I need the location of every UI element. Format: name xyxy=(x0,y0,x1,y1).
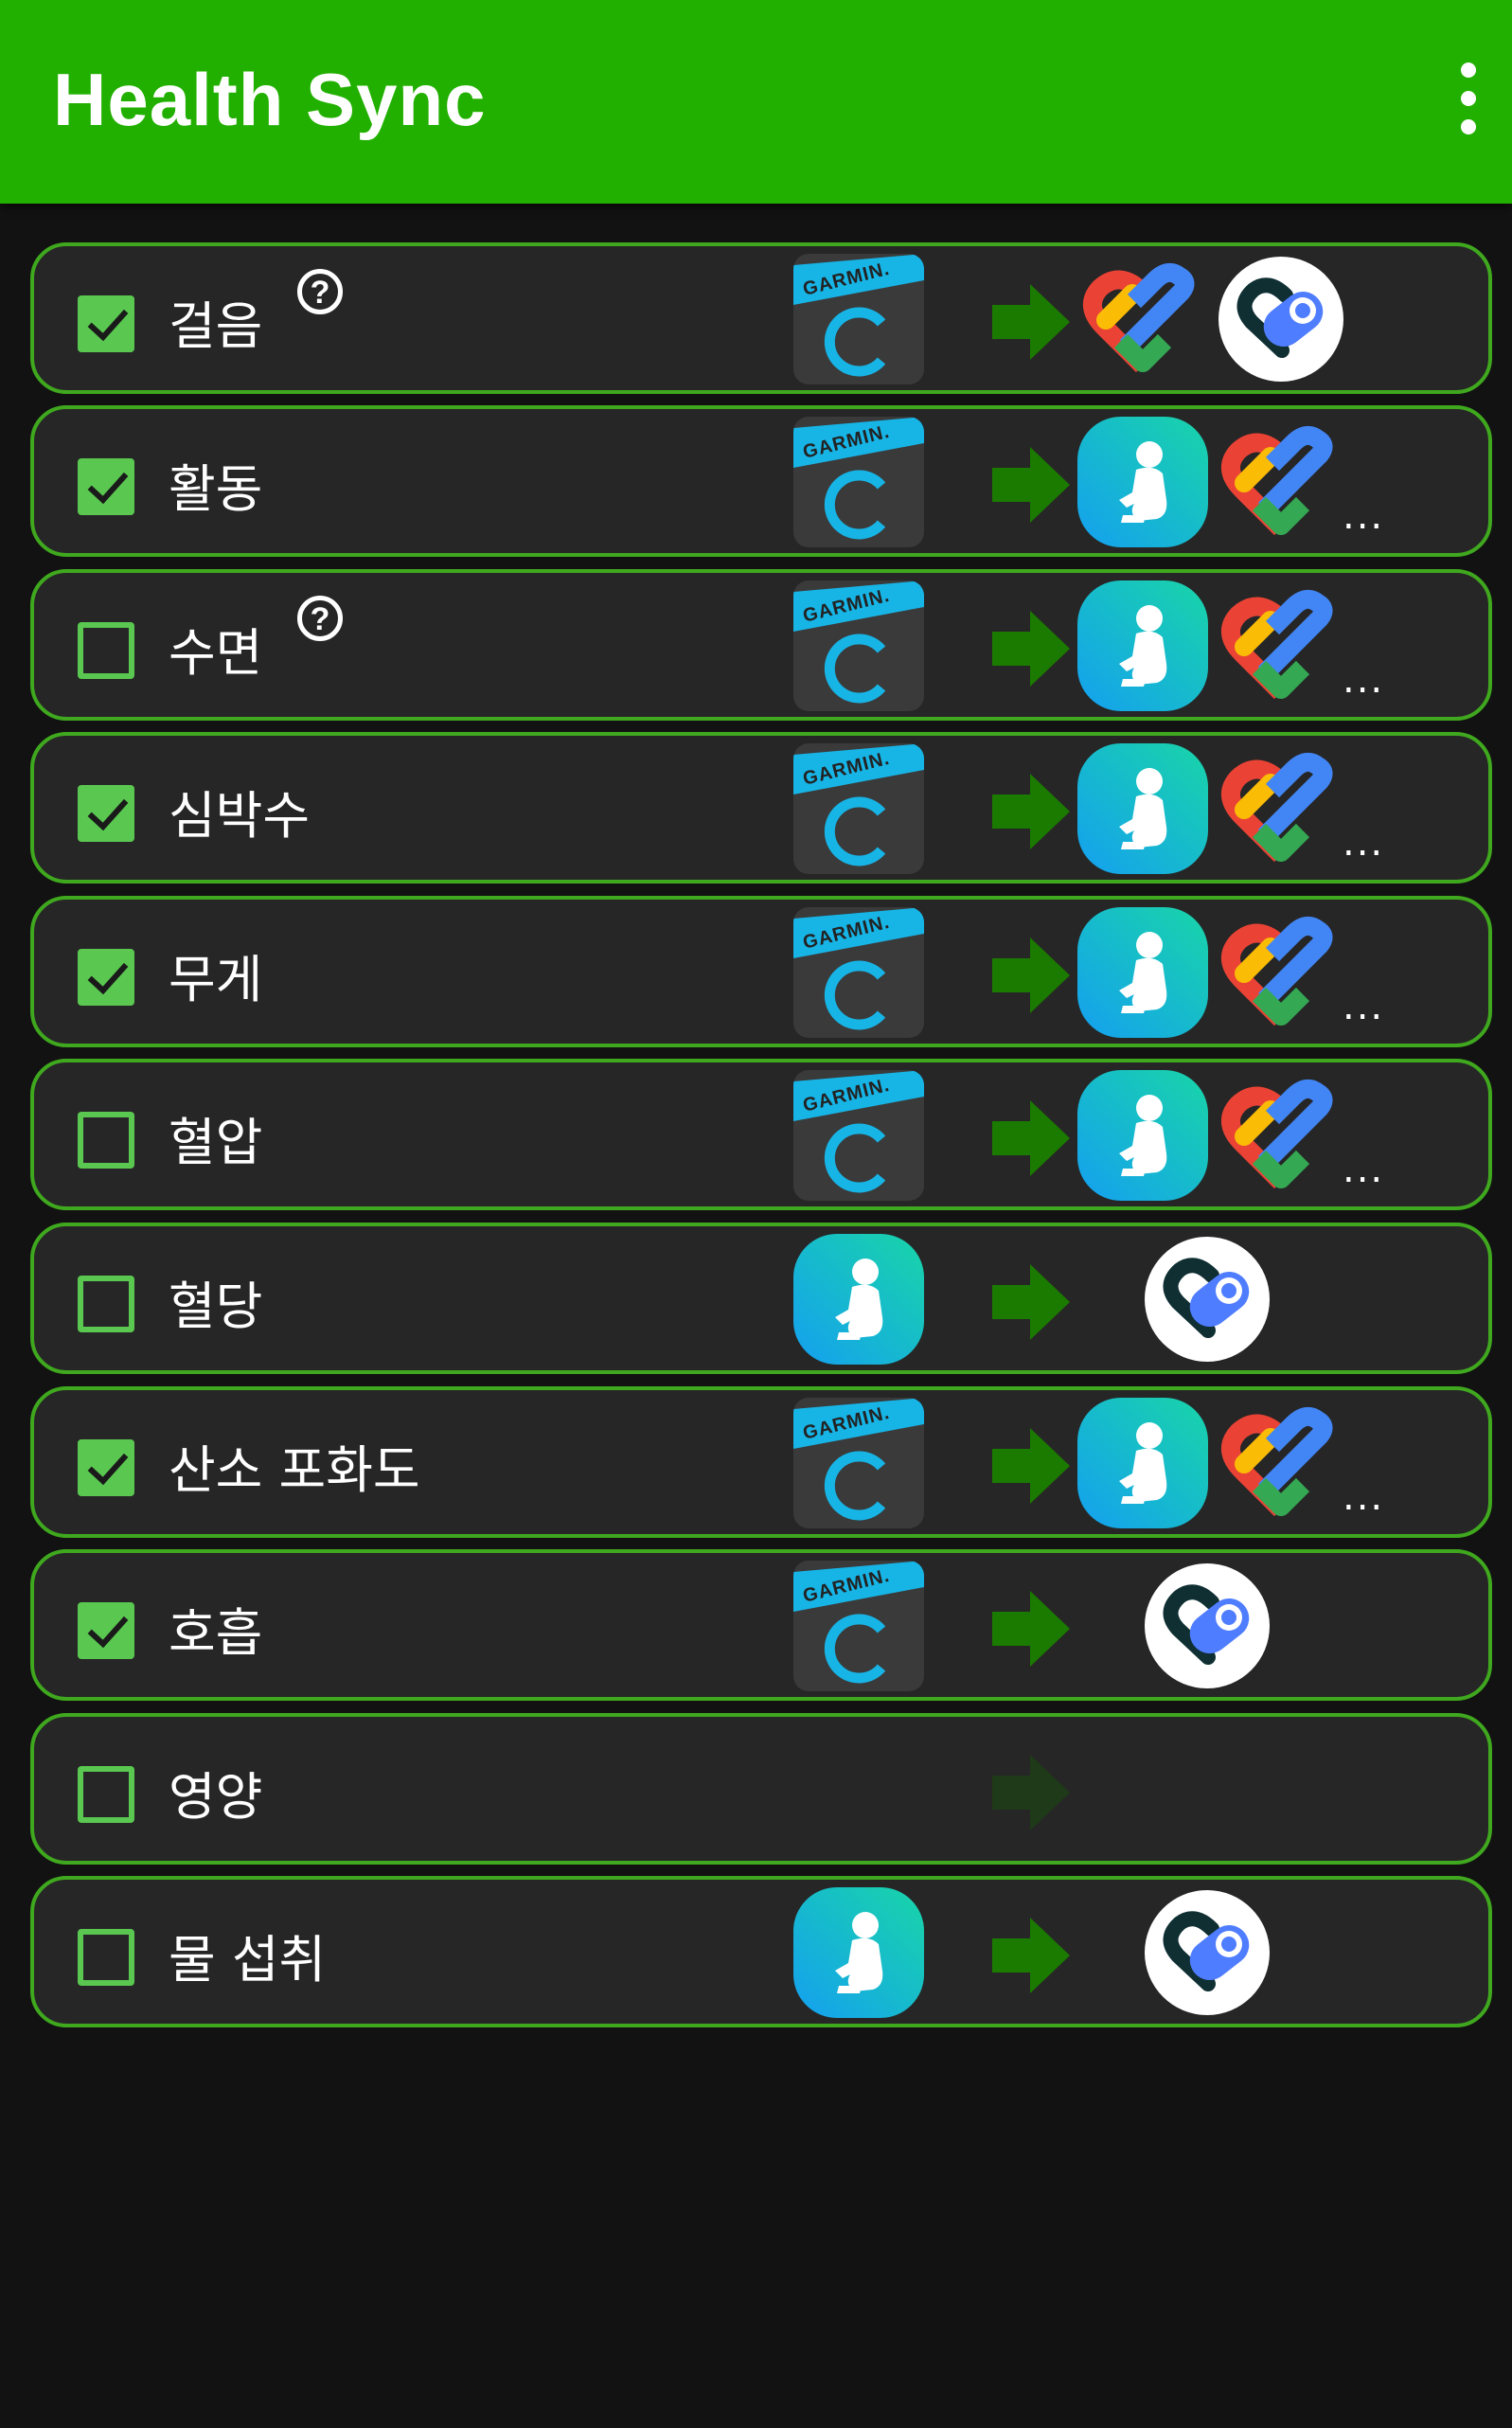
sync-row-label: 수면 xyxy=(169,623,263,683)
google-fit-icon[interactable] xyxy=(1216,1070,1346,1201)
sync-row-label: 심박수 xyxy=(169,786,311,846)
sync-row-label: 호흡 xyxy=(169,1603,263,1663)
more-destinations-indicator[interactable]: ... xyxy=(1343,1148,1384,1191)
checkbox[interactable] xyxy=(78,1112,134,1169)
samsung-health-icon[interactable] xyxy=(793,1234,924,1365)
health-connect-icon[interactable] xyxy=(1216,254,1346,384)
more-destinations-indicator[interactable]: ... xyxy=(1343,658,1384,702)
sync-row-label: 혈압 xyxy=(169,1113,263,1172)
arrow-right-icon xyxy=(992,1918,1070,1993)
arrow-right-icon xyxy=(992,1264,1070,1340)
checkbox[interactable] xyxy=(78,1276,134,1332)
garmin-icon[interactable]: GARMIN. xyxy=(793,1398,924,1528)
arrow-right-icon xyxy=(992,774,1070,849)
arrow-right-icon xyxy=(992,284,1070,360)
sync-row-label: 산소 포화도 xyxy=(169,1440,420,1500)
health-connect-icon[interactable] xyxy=(1142,1887,1272,2018)
google-fit-icon[interactable] xyxy=(1216,907,1346,1038)
samsung-health-icon[interactable] xyxy=(1077,1070,1208,1201)
checkbox[interactable] xyxy=(78,1766,134,1823)
more-vert-icon[interactable] xyxy=(1451,62,1485,134)
more-destinations-indicator[interactable]: ... xyxy=(1343,821,1384,865)
samsung-health-icon[interactable] xyxy=(1077,907,1208,1038)
health-connect-icon[interactable] xyxy=(1142,1561,1272,1691)
checkbox[interactable] xyxy=(78,1929,134,1986)
google-fit-icon[interactable] xyxy=(1077,254,1208,384)
sync-row-label: 물 섭취 xyxy=(169,1930,327,1990)
arrow-right-icon xyxy=(992,1428,1070,1504)
google-fit-icon[interactable] xyxy=(1216,1398,1346,1528)
sync-row[interactable]: 혈당 xyxy=(30,1223,1492,1374)
garmin-icon[interactable]: GARMIN. xyxy=(793,1070,924,1201)
sync-row[interactable]: 혈압 GARMIN. ... xyxy=(30,1059,1492,1210)
garmin-icon[interactable]: GARMIN. xyxy=(793,580,924,711)
checkbox[interactable] xyxy=(78,622,134,679)
arrow-right-icon xyxy=(992,611,1070,687)
garmin-icon[interactable]: GARMIN. xyxy=(793,1561,924,1691)
sync-row[interactable]: 걸음? GARMIN. xyxy=(30,242,1492,394)
sync-row[interactable]: 활동 GARMIN. ... xyxy=(30,405,1492,557)
arrow-right-icon xyxy=(992,1755,1070,1830)
arrow-right-icon xyxy=(992,1100,1070,1176)
checkbox[interactable] xyxy=(78,785,134,842)
more-destinations-indicator[interactable]: ... xyxy=(1343,1475,1384,1519)
checkbox[interactable] xyxy=(78,458,134,515)
sync-row[interactable]: 심박수 GARMIN. ... xyxy=(30,732,1492,884)
garmin-icon[interactable]: GARMIN. xyxy=(793,417,924,547)
more-destinations-indicator[interactable]: ... xyxy=(1343,985,1384,1028)
sync-row-label: 활동 xyxy=(169,459,263,519)
app-title: Health Sync xyxy=(53,58,487,141)
garmin-icon[interactable]: GARMIN. xyxy=(793,743,924,874)
sync-row[interactable]: 수면? GARMIN. ... xyxy=(30,569,1492,721)
sync-row[interactable]: 물 섭취 xyxy=(30,1876,1492,2027)
samsung-health-icon[interactable] xyxy=(1077,417,1208,547)
app-bar: Health Sync xyxy=(0,0,1512,204)
sync-row-label: 무게 xyxy=(169,950,263,1009)
sync-row[interactable]: 호흡 GARMIN. xyxy=(30,1549,1492,1701)
checkbox[interactable] xyxy=(78,1439,134,1496)
sync-row[interactable]: 산소 포화도 GARMIN. ... xyxy=(30,1386,1492,1538)
samsung-health-icon[interactable] xyxy=(1077,1398,1208,1528)
checkbox[interactable] xyxy=(78,949,134,1006)
more-destinations-indicator[interactable]: ... xyxy=(1343,494,1384,538)
checkbox[interactable] xyxy=(78,1602,134,1659)
arrow-right-icon xyxy=(992,1591,1070,1667)
sync-row-label: 영양 xyxy=(169,1767,263,1827)
health-connect-icon[interactable] xyxy=(1142,1234,1272,1365)
arrow-right-icon xyxy=(992,937,1070,1013)
garmin-icon[interactable]: GARMIN. xyxy=(793,254,924,384)
samsung-health-icon[interactable] xyxy=(1077,580,1208,711)
help-circle-icon[interactable]: ? xyxy=(297,596,343,641)
google-fit-icon[interactable] xyxy=(1216,580,1346,711)
sync-row-label: 걸음 xyxy=(169,296,263,356)
sync-row[interactable]: 무게 GARMIN. ... xyxy=(30,896,1492,1047)
help-circle-icon[interactable]: ? xyxy=(297,269,343,314)
google-fit-icon[interactable] xyxy=(1216,743,1346,874)
samsung-health-icon[interactable] xyxy=(793,1887,924,2018)
arrow-right-icon xyxy=(992,447,1070,523)
sync-row-label: 혈당 xyxy=(169,1276,263,1336)
google-fit-icon[interactable] xyxy=(1216,417,1346,547)
garmin-icon[interactable]: GARMIN. xyxy=(793,907,924,1038)
sync-row[interactable]: 영양 xyxy=(30,1713,1492,1865)
samsung-health-icon[interactable] xyxy=(1077,743,1208,874)
checkbox[interactable] xyxy=(78,295,134,352)
